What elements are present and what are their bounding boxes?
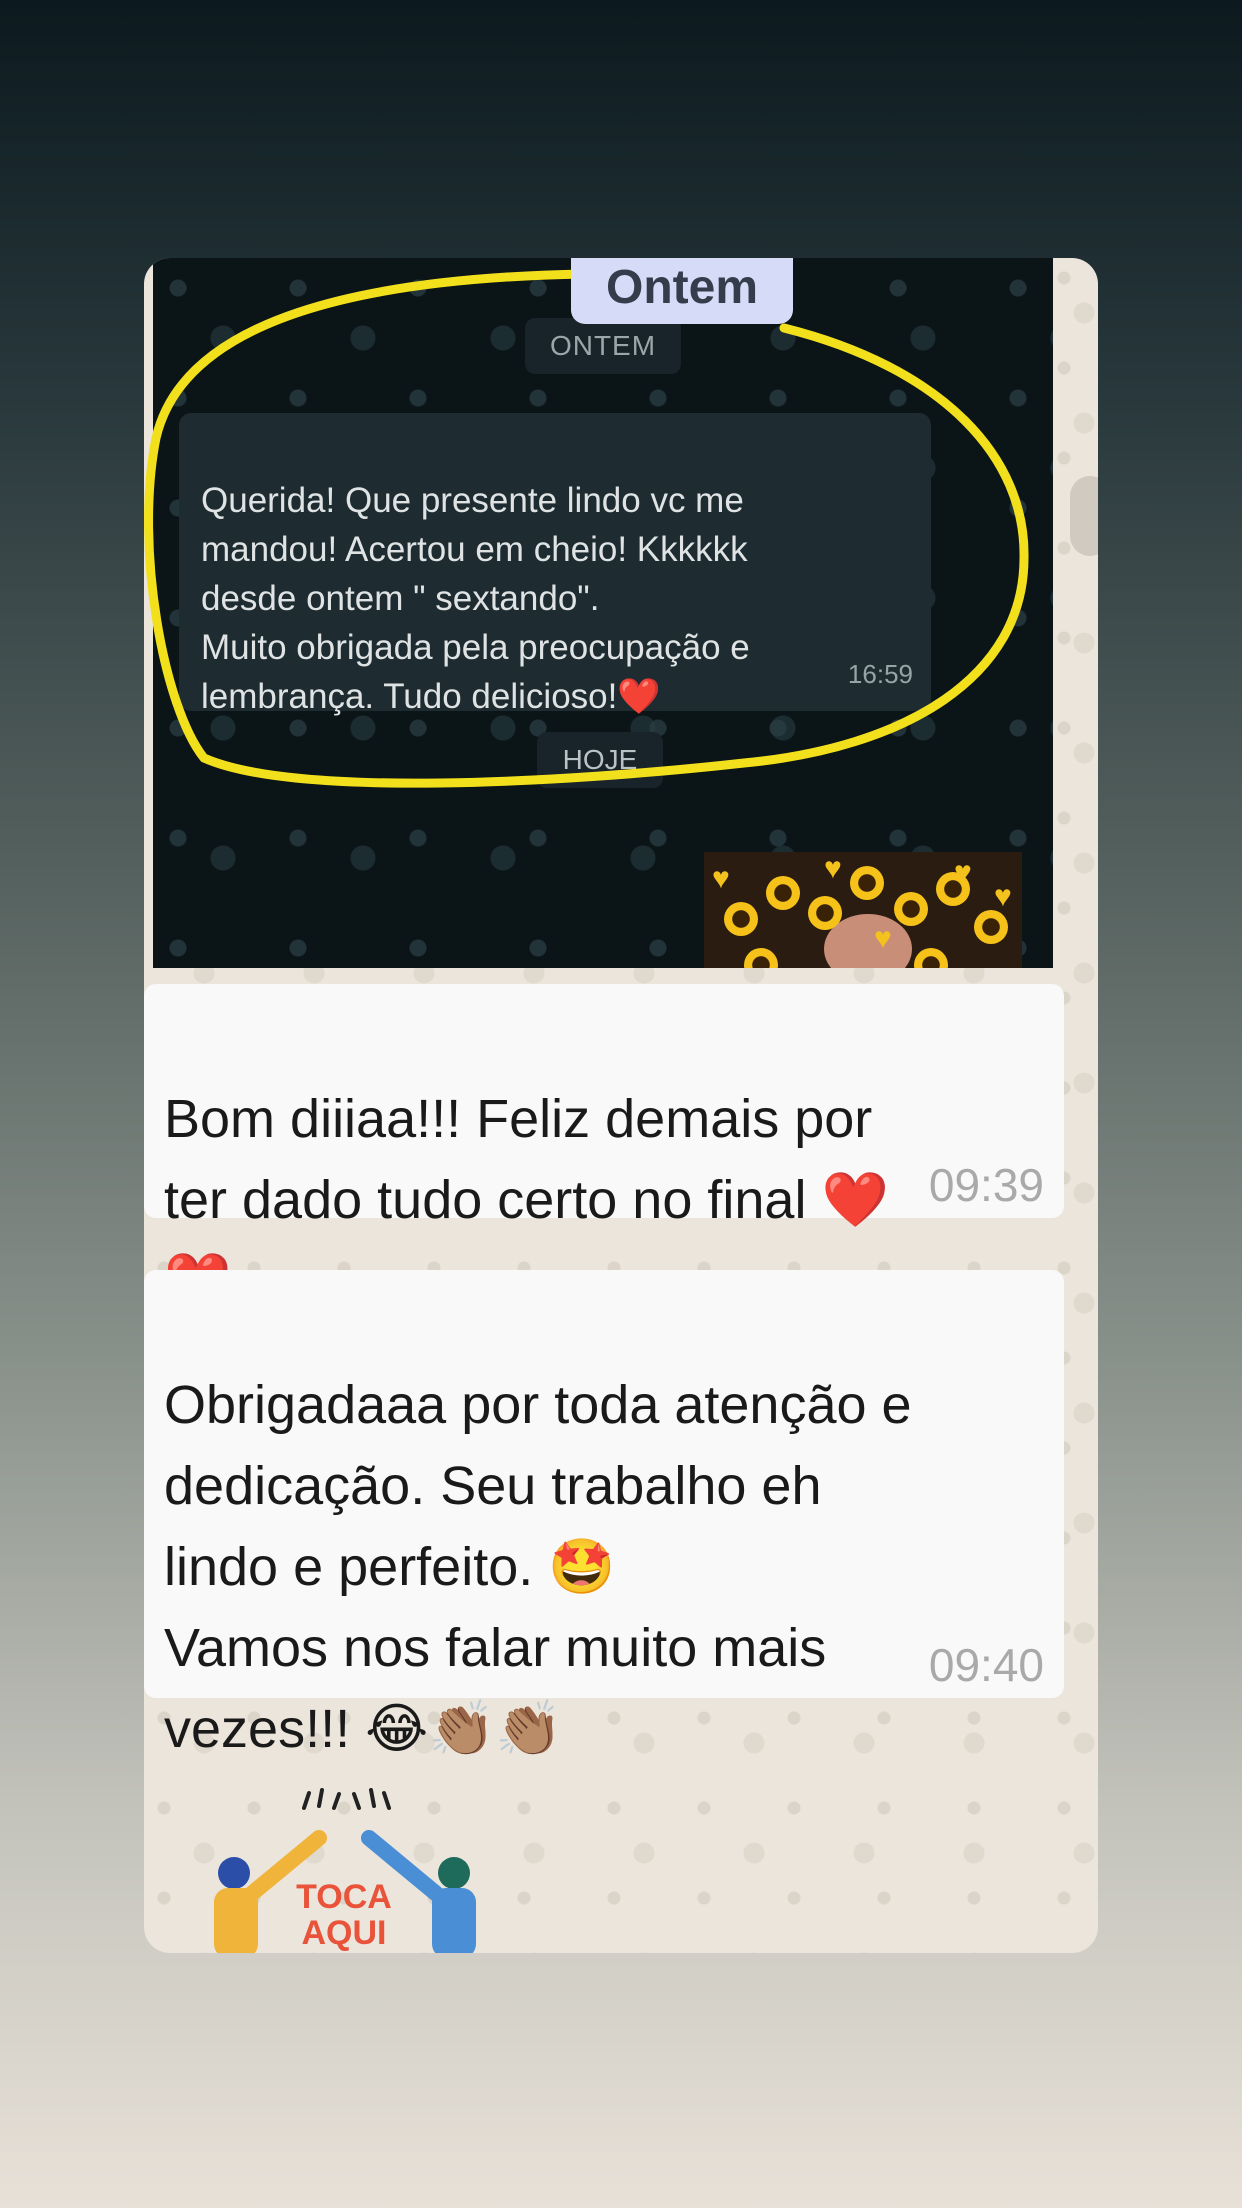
- chat-message-1: Bom diiiaa!!! Feliz demais por ter dado …: [144, 984, 1064, 1311]
- sunflower-photo-thumbnail: ♥ ♥ ♥ ♥ ♥: [704, 852, 1022, 968]
- received-message-text: Querida! Que presente lindo vc me mandou…: [201, 481, 750, 716]
- story-card: ONTEM Querida! Que presente lindo vc me …: [144, 258, 1098, 1953]
- chat-message-2: Obrigadaaa por toda atenção e dedicação.…: [144, 1270, 1064, 1759]
- date-separator-ontem: ONTEM: [525, 318, 681, 374]
- message-time: 09:39: [928, 1159, 1044, 1211]
- received-message-bubble: Querida! Que presente lindo vc me mandou…: [179, 413, 931, 716]
- embedded-chat-screenshot: ONTEM Querida! Que presente lindo vc me …: [153, 258, 1053, 968]
- received-message-time: 16:59: [847, 659, 913, 689]
- sticker-text-line-1: TOCA: [296, 1878, 392, 1916]
- ontem-label-tag: Ontem: [571, 258, 793, 324]
- message-time: 09:40: [928, 1639, 1044, 1691]
- sticker-text-line-2: AQUI: [302, 1914, 387, 1952]
- message-text: Obrigadaaa por toda atenção e dedicação.…: [164, 1375, 912, 1759]
- date-separator-hoje: HOJE: [537, 732, 663, 788]
- scroll-handle[interactable]: [1070, 476, 1098, 556]
- high-five-sticker[interactable]: TOCA AQUI: [164, 1778, 524, 1953]
